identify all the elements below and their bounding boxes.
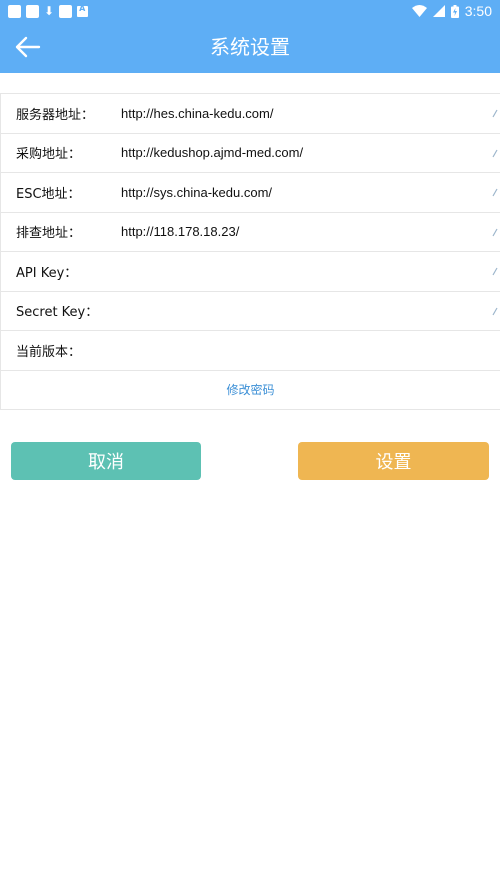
edit-icon bbox=[492, 188, 498, 197]
edit-icon bbox=[492, 149, 498, 157]
esc-address-label: ESC地址： bbox=[16, 186, 81, 202]
battery-icon bbox=[450, 4, 459, 18]
cancel-button[interactable]: 取消 bbox=[11, 442, 201, 480]
app-bar: 系统设置 bbox=[0, 22, 500, 73]
purchase-address-input[interactable] bbox=[121, 145, 480, 161]
esc-address-row: ESC地址： bbox=[1, 173, 500, 213]
current-version-label: 当前版本： bbox=[16, 344, 82, 360]
set-button[interactable]: 设置 bbox=[298, 442, 489, 480]
change-password-row: 修改密码 bbox=[1, 371, 500, 410]
status-bar: ⬇ 3:50 bbox=[0, 0, 500, 22]
clock: 3:50 bbox=[464, 3, 492, 19]
settings-form: 服务器地址： 采购地址： ESC地址： 排查地址： API Key： Secre… bbox=[0, 93, 500, 410]
download-icon: ⬇ bbox=[44, 3, 55, 18]
edit-icon bbox=[492, 109, 498, 118]
notification-icon bbox=[59, 4, 73, 18]
wifi-icon bbox=[411, 5, 427, 17]
secret-key-label: Secret Key： bbox=[16, 305, 99, 321]
server-address-row: 服务器地址： bbox=[1, 94, 500, 134]
inspection-address-label: 排查地址： bbox=[16, 226, 82, 242]
purchase-address-label: 采购地址： bbox=[16, 147, 82, 163]
secret-key-row: Secret Key： bbox=[1, 292, 500, 331]
notification-icon bbox=[26, 4, 39, 18]
edit-icon bbox=[492, 267, 498, 276]
edit-icon bbox=[492, 307, 498, 315]
server-address-label: 服务器地址： bbox=[16, 107, 95, 123]
top-bar: ⬇ 3:50 系统设置 bbox=[0, 0, 500, 73]
app-notification-icon bbox=[77, 4, 89, 17]
page-title: 系统设置 bbox=[210, 35, 290, 59]
api-key-row: API Key： bbox=[1, 252, 500, 292]
change-password-link[interactable]: 修改密码 bbox=[226, 381, 274, 398]
purchase-address-row: 采购地址： bbox=[1, 134, 500, 173]
inspection-address-input[interactable] bbox=[121, 224, 480, 240]
esc-address-input[interactable] bbox=[121, 184, 480, 200]
secret-key-input[interactable] bbox=[121, 303, 480, 319]
inspection-address-row: 排查地址： bbox=[1, 213, 500, 252]
notification-icon bbox=[8, 4, 21, 18]
api-key-label: API Key： bbox=[16, 265, 78, 281]
signal-icon bbox=[432, 5, 445, 17]
edit-icon bbox=[492, 228, 498, 236]
current-version-row: 当前版本： bbox=[1, 331, 500, 371]
api-key-input[interactable] bbox=[121, 263, 480, 279]
server-address-input[interactable] bbox=[121, 105, 480, 121]
